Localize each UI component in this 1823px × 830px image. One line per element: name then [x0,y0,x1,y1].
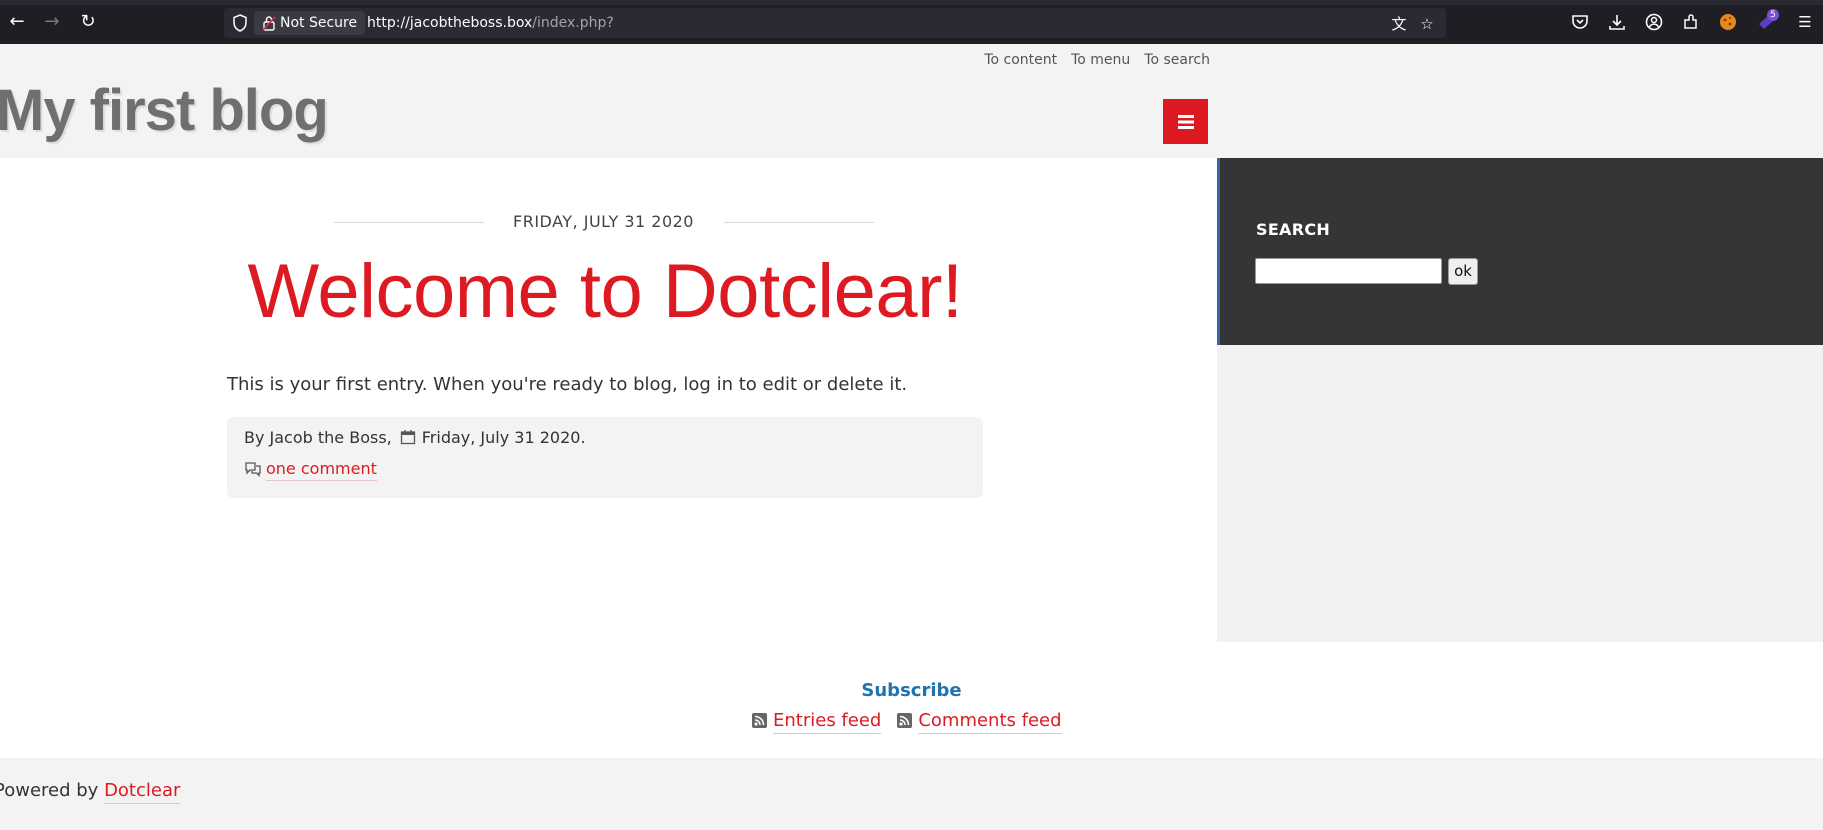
address-bar[interactable]: Not Secure http://jacobtheboss.box/index… [224,8,1446,38]
skip-to-search-link[interactable]: To search [1144,52,1210,68]
back-button-icon[interactable]: ← [6,11,28,33]
browser-toolbar: ← → ↻ Not Secure http://jacobtheboss.box… [0,0,1823,44]
rss-icon [752,713,767,728]
skip-to-menu-link[interactable]: To menu [1071,52,1130,68]
insecure-lock-icon [262,16,276,31]
search-widget-title: SEARCH [1256,220,1331,239]
blog-title[interactable]: My first blog [0,74,329,148]
url-text[interactable]: http://jacobtheboss.box/index.php? [367,8,614,38]
feed-links: Entries feed Comments feed [752,710,1078,734]
comments-icon [245,462,261,477]
account-icon[interactable] [1644,12,1664,32]
post-author: By Jacob the Boss, [244,428,392,447]
dotclear-link[interactable]: Dotclear [104,780,181,804]
tracking-shield-icon[interactable] [232,14,248,32]
cookie-extension-icon[interactable] [1718,12,1738,32]
rss-icon [897,713,913,728]
extension-badge: 5 [1767,9,1779,21]
powered-by-label: Powered by [0,780,99,801]
comments-feed-link[interactable]: Comments feed [918,710,1062,734]
search-input[interactable] [1255,258,1442,284]
translate-icon[interactable]: 文 [1390,15,1408,33]
entries-feed-link[interactable]: Entries feed [773,710,882,734]
forward-button-icon[interactable]: → [41,11,63,33]
comments-link[interactable]: one comment [266,459,377,481]
search-submit-button[interactable]: ok [1448,258,1478,285]
pocket-icon[interactable] [1570,12,1590,32]
reload-button-icon[interactable]: ↻ [77,11,99,33]
post-title[interactable]: Welcome to Dotclear! [0,248,1210,335]
post-comments-line: one comment [244,459,377,481]
menu-hamburger-icon[interactable]: ☰ [1795,12,1815,32]
post-date: FRIDAY, JULY 31 2020 [513,212,694,231]
search-widget: SEARCH ok [1217,158,1823,345]
not-secure-badge[interactable]: Not Secure [254,11,366,35]
entries-feed-item: Entries feed [752,710,882,734]
tab-strip-edge [0,0,1823,5]
skip-to-content-link[interactable]: To content [984,52,1057,68]
subscribe-title: Subscribe [861,680,962,701]
calendar-icon [400,430,415,445]
not-secure-label: Not Secure [280,15,358,31]
powered-by: Powered by Dotclear [0,780,181,804]
comments-feed-item: Comments feed [897,710,1062,734]
extensions-icon[interactable] [1681,12,1701,32]
main-menu-button[interactable] [1163,99,1208,144]
post-meta-line: By Jacob the Boss, Friday, July 31 2020. [244,428,586,447]
downloads-icon[interactable] [1607,12,1627,32]
post-meta-date: Friday, July 31 2020. [421,428,586,447]
url-host: http://jacobtheboss.box [367,15,533,31]
skip-links: To content To menu To search [970,52,1210,68]
url-path: /index.php? [532,15,614,31]
post-meta: By Jacob the Boss, Friday, July 31 2020. … [227,417,983,498]
hamburger-icon [1177,114,1194,129]
post-body: This is your first entry. When you're re… [227,374,908,395]
bookmark-star-icon[interactable]: ☆ [1418,15,1436,33]
